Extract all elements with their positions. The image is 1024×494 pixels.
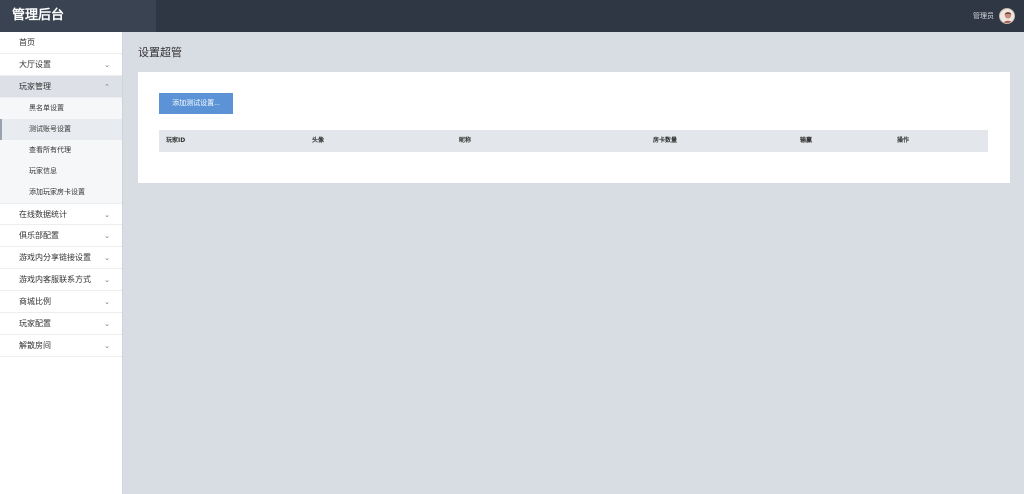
sidebar-item-lobby-settings[interactable]: 大厅设置 ⌄ <box>0 54 122 76</box>
sidebar-item-shop-ratio[interactable]: 商城比例 ⌄ <box>0 291 122 313</box>
column-header-player-id[interactable]: 玩家ID <box>166 130 185 152</box>
chevron-down-icon: ⌄ <box>104 61 110 69</box>
content-panel: 添加测试设置... 玩家ID 头像 昵称 房卡数量 输赢 操作 <box>138 72 1010 183</box>
sidebar-subitem-label: 黑名单设置 <box>29 104 64 112</box>
chevron-down-icon: ⌄ <box>104 342 110 350</box>
sidebar-item-player-config[interactable]: 玩家配置 ⌄ <box>0 313 122 335</box>
sidebar-item-club-config[interactable]: 俱乐部配置 ⌄ <box>0 225 122 247</box>
sidebar-item-player-management[interactable]: 玩家管理 ⌃ <box>0 76 122 98</box>
sidebar-subitem-add-room-cards[interactable]: 添加玩家房卡设置 <box>0 182 122 203</box>
sidebar-item-label: 商城比例 <box>19 297 51 306</box>
sidebar-subitem-test-accounts[interactable]: 测试账号设置 <box>0 119 122 140</box>
add-test-setting-button[interactable]: 添加测试设置... <box>159 93 233 114</box>
chevron-up-icon: ⌃ <box>104 83 110 91</box>
avatar-icon <box>1000 9 1014 23</box>
sidebar-item-label: 解散房间 <box>19 341 51 350</box>
column-header-actions[interactable]: 操作 <box>897 130 909 152</box>
chevron-down-icon: ⌄ <box>104 254 110 262</box>
sidebar-item-label: 游戏内客服联系方式 <box>19 275 91 284</box>
column-header-win-loss[interactable]: 输赢 <box>800 130 812 152</box>
sidebar-subitem-player-info[interactable]: 玩家信息 <box>0 161 122 182</box>
column-header-avatar[interactable]: 头像 <box>312 130 324 152</box>
sidebar-item-label: 游戏内分享链接设置 <box>19 253 91 262</box>
sidebar-item-home[interactable]: 首页 <box>0 32 122 54</box>
sidebar-subitem-label: 查看所有代理 <box>29 146 71 154</box>
sidebar-item-online-stats[interactable]: 在线数据统计 ⌄ <box>0 203 122 225</box>
sidebar-subitem-label: 测试账号设置 <box>29 125 71 133</box>
avatar[interactable] <box>999 8 1015 24</box>
sidebar-item-label: 玩家配置 <box>19 319 51 328</box>
chevron-down-icon: ⌄ <box>104 320 110 328</box>
chevron-down-icon: ⌄ <box>104 211 110 219</box>
sidebar-item-share-link[interactable]: 游戏内分享链接设置 ⌄ <box>0 247 122 269</box>
sidebar-subitem-all-agents[interactable]: 查看所有代理 <box>0 140 122 161</box>
column-header-room-cards[interactable]: 房卡数量 <box>653 130 677 152</box>
column-header-nickname[interactable]: 昵称 <box>459 130 471 152</box>
sidebar-subitem-blacklist[interactable]: 黑名单设置 <box>0 98 122 119</box>
brand-title: 管理后台 <box>0 0 156 32</box>
chevron-down-icon: ⌄ <box>104 232 110 240</box>
sidebar-item-label: 大厅设置 <box>19 60 51 69</box>
chevron-down-icon: ⌄ <box>104 298 110 306</box>
page-title: 设置超管 <box>138 46 182 59</box>
sidebar: 首页 大厅设置 ⌄ 玩家管理 ⌃ 黑名单设置 测试账号设置 查看所有代理 玩家信… <box>0 32 123 494</box>
sidebar-item-dissolve-room[interactable]: 解散房间 ⌄ <box>0 335 122 357</box>
sidebar-item-label: 首页 <box>19 38 35 47</box>
sidebar-subitem-label: 添加玩家房卡设置 <box>29 188 85 196</box>
sidebar-subitem-label: 玩家信息 <box>29 167 57 175</box>
sidebar-item-label: 俱乐部配置 <box>19 231 59 240</box>
user-name[interactable]: 管理员 <box>973 0 994 32</box>
chevron-down-icon: ⌄ <box>104 276 110 284</box>
sidebar-item-customer-service[interactable]: 游戏内客服联系方式 ⌄ <box>0 269 122 291</box>
sidebar-item-label: 玩家管理 <box>19 82 51 91</box>
player-management-submenu: 黑名单设置 测试账号设置 查看所有代理 玩家信息 添加玩家房卡设置 <box>0 98 122 203</box>
top-bar: 管理后台 管理员 <box>0 0 1024 32</box>
table-header: 玩家ID 头像 昵称 房卡数量 输赢 操作 <box>159 130 988 152</box>
sidebar-item-label: 在线数据统计 <box>19 210 67 219</box>
